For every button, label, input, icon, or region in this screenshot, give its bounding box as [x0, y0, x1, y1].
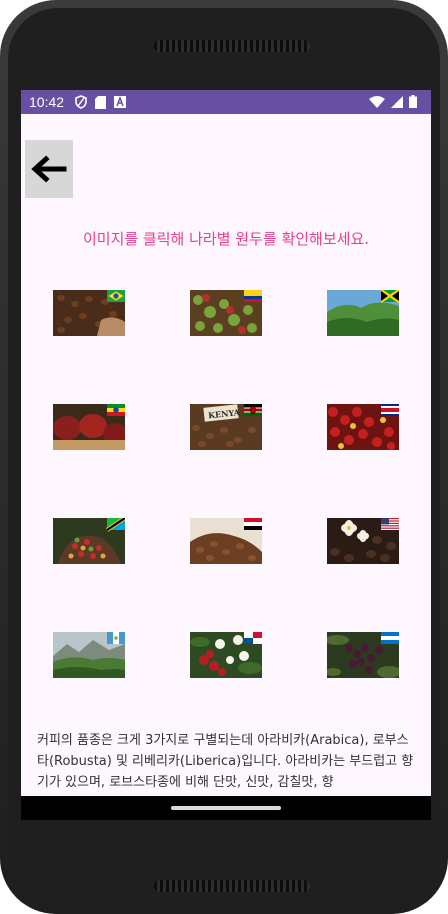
guatemala-volcano-farm-image — [53, 632, 125, 678]
jamaica-blue-mountains-image — [327, 290, 399, 336]
yemen-roasted-beans-image — [190, 518, 262, 564]
origin-tile-colombia[interactable] — [190, 290, 262, 336]
top-speaker-grille — [154, 40, 310, 52]
status-notification-icons — [75, 95, 126, 109]
brazil-coffee-beans-image — [53, 290, 125, 336]
back-button[interactable] — [25, 140, 73, 198]
origin-tile-kenya[interactable]: KENYA — [190, 404, 262, 450]
arrow-left-icon — [31, 155, 67, 183]
wifi-icon — [369, 95, 385, 108]
font-a-icon — [114, 96, 126, 108]
kenya-coffee-sack-image: KENYA — [190, 404, 262, 450]
ethiopia-coffee-baskets-image — [53, 404, 125, 450]
coffee-description-text: 커피의 품종은 크게 3가지로 구별되는데 아라비카(Arabica), 로부스… — [37, 733, 414, 790]
origin-tile-yemen[interactable] — [190, 518, 262, 564]
coffee-origin-grid: KENYA — [53, 290, 399, 682]
origin-tile-guatemala[interactable] — [53, 632, 125, 678]
origin-tile-panama[interactable] — [190, 632, 262, 678]
status-bar: 10:42 — [21, 90, 431, 114]
navigation-bar — [21, 796, 431, 820]
panama-flowers-cherries-image — [190, 632, 262, 678]
colombia-coffee-cherries-image — [190, 290, 262, 336]
instruction-text: 이미지를 클릭해 나라별 원두를 확인해보세요. — [82, 230, 370, 248]
origin-tile-brazil[interactable] — [53, 290, 125, 336]
costa-rica-red-cherries-image — [327, 404, 399, 450]
origin-tile-costa-rica[interactable] — [327, 404, 399, 450]
status-system-icons — [369, 95, 417, 108]
sd-card-icon — [95, 95, 106, 109]
usa-coffee-flower-beans-image — [327, 518, 399, 564]
honduras-dark-cherries-image — [327, 632, 399, 678]
bottom-speaker-grille — [154, 880, 310, 892]
origin-tile-usa[interactable] — [327, 518, 399, 564]
origin-tile-ethiopia[interactable] — [53, 404, 125, 450]
status-time: 10:42 — [29, 94, 65, 110]
home-gesture-handle[interactable] — [171, 806, 281, 810]
shield-icon — [75, 95, 87, 109]
battery-icon — [409, 95, 417, 108]
origin-tile-tanzania[interactable] — [53, 518, 125, 564]
app-screen: 10:42 이미지를 클릭해 나라별 원두를 확인해보세요. KENYA 커피의… — [21, 90, 431, 820]
tanzania-hands-beans-image — [53, 518, 125, 564]
origin-tile-honduras[interactable] — [327, 632, 399, 678]
cellular-signal-icon — [391, 95, 403, 108]
origin-tile-jamaica[interactable] — [327, 290, 399, 336]
